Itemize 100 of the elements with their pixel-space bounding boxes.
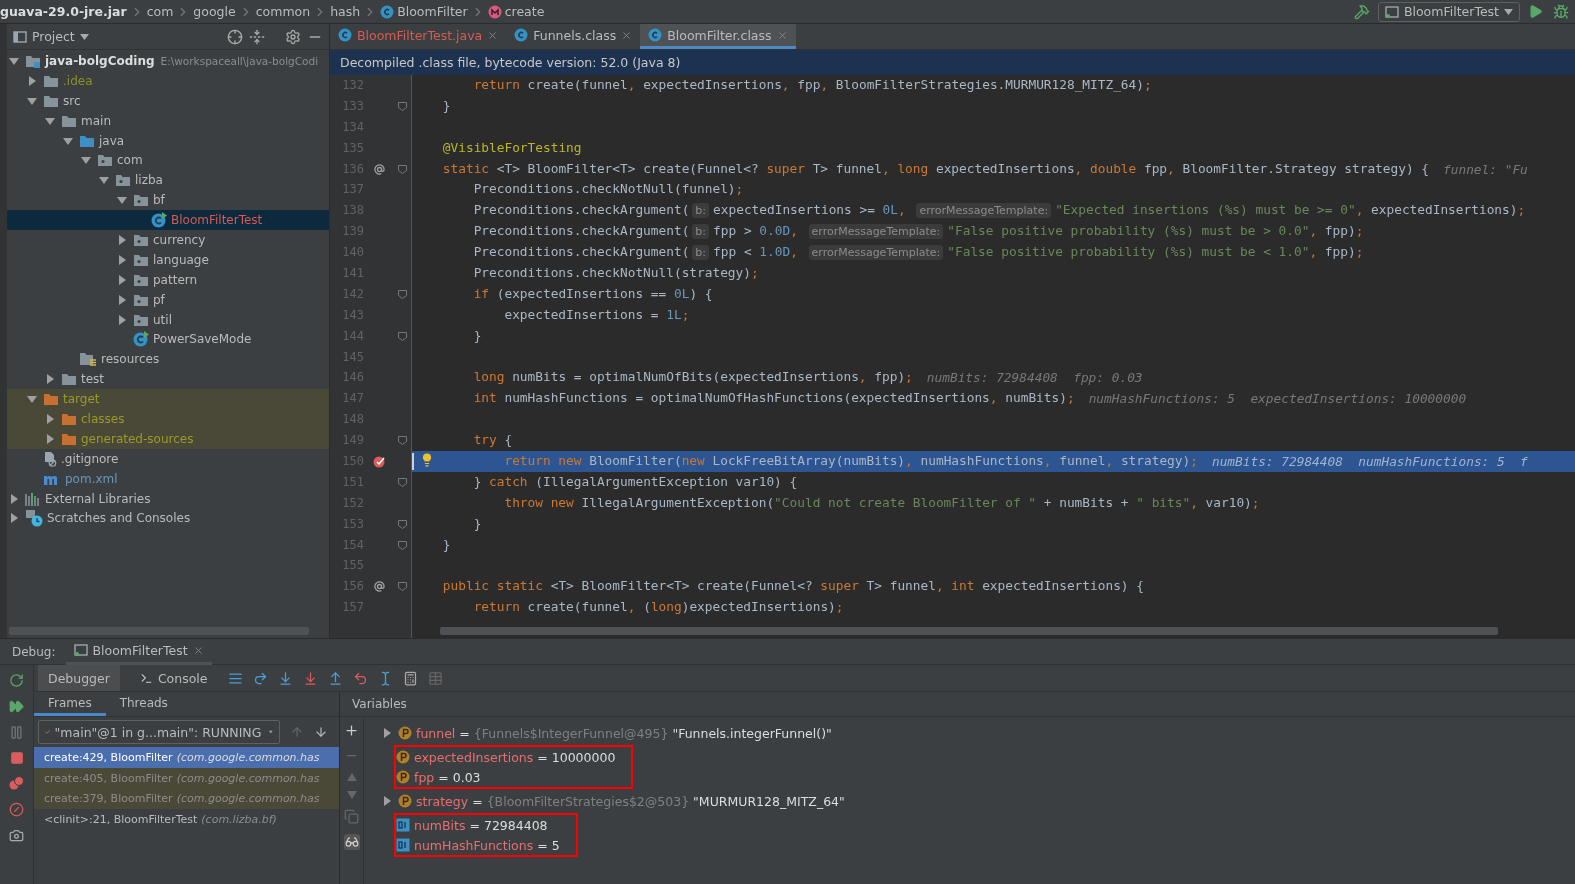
add-icon[interactable] [344, 723, 359, 738]
fold-marker-icon[interactable] [397, 540, 407, 550]
tree-item-label[interactable]: target [63, 392, 100, 407]
close-icon[interactable] [192, 644, 204, 656]
glasses-icon[interactable] [343, 834, 360, 850]
breadcrumb-item[interactable]: common [255, 4, 311, 19]
frames-tab[interactable]: Threads [105, 692, 182, 716]
tree-item-label[interactable]: bf [153, 193, 165, 208]
expanded-arrow-icon[interactable] [63, 135, 73, 146]
expanded-arrow-icon[interactable] [27, 95, 37, 106]
collapsed-arrow-icon[interactable] [117, 254, 127, 265]
mute-breakpoints-icon[interactable] [9, 802, 24, 817]
collapsed-arrow-icon[interactable] [117, 274, 127, 285]
tree-item-label[interactable]: src [63, 93, 81, 108]
tree-item-label[interactable]: lizba [135, 173, 163, 188]
tree-item-label[interactable]: pf [153, 292, 165, 307]
tree-item-label[interactable]: generated-sources [81, 431, 194, 446]
stack-frame[interactable]: <clinit>:21, BloomFilterTest (com.lizba.bf) [34, 809, 339, 831]
editor-tab[interactable]: BloomFilter.class [640, 24, 796, 49]
tree-item-label[interactable]: com [117, 153, 143, 168]
tree-item-label[interactable]: pom.xml [65, 471, 118, 486]
rerun-icon[interactable] [9, 673, 24, 688]
collapsed-arrow-icon[interactable] [45, 374, 55, 385]
tree-item-label[interactable]: main [81, 113, 111, 128]
fold-marker-icon[interactable] [397, 164, 407, 174]
crosshair-icon[interactable] [227, 28, 243, 45]
collapse-icon[interactable] [249, 28, 265, 45]
breadcrumb-item[interactable]: BloomFilter [397, 4, 468, 19]
fold-marker-icon[interactable] [397, 477, 407, 487]
close-icon[interactable] [621, 29, 633, 41]
tree-item-label[interactable]: .idea [63, 73, 93, 88]
lightbulb-icon[interactable] [420, 453, 434, 468]
excluded-tree-row[interactable]: generated-sources [7, 428, 329, 449]
tree-item-label[interactable]: .gitignore [61, 451, 119, 466]
collapsed-arrow-icon[interactable] [382, 796, 392, 806]
debug-icon[interactable] [1553, 3, 1569, 20]
resume-icon[interactable] [9, 699, 24, 714]
tree-item-label[interactable]: resources [101, 352, 160, 367]
fold-marker-icon[interactable] [397, 436, 407, 446]
stack-frame[interactable]: create:429, BloomFilter (com.google.common.has [34, 747, 339, 768]
down-arrow-icon[interactable] [314, 725, 328, 739]
collapsed-arrow-icon[interactable] [9, 513, 19, 524]
calculator-icon[interactable] [402, 670, 418, 686]
fold-marker-icon[interactable] [397, 582, 407, 592]
camera-icon[interactable] [9, 828, 24, 843]
breakpoints-icon[interactable] [9, 776, 24, 791]
breadcrumb-item[interactable]: create [504, 4, 545, 19]
pause-icon[interactable] [9, 725, 24, 740]
debug-tab[interactable]: Debugger [38, 665, 120, 691]
run-configuration-dropdown[interactable]: BloomFilterTest [1377, 1, 1520, 22]
tree-item-label[interactable]: java-bolgCoding [45, 53, 155, 68]
fold-marker-icon[interactable] [397, 331, 407, 341]
run-icon[interactable] [1528, 4, 1543, 19]
breadcrumb-item[interactable]: guava-29.0-jre.jar [0, 4, 127, 19]
expanded-arrow-icon[interactable] [9, 55, 19, 66]
breadcrumb-item[interactable]: google [193, 4, 236, 19]
excluded-tree-row[interactable]: classes [7, 409, 329, 429]
fold-marker-icon[interactable] [397, 289, 407, 299]
collapsed-arrow-icon[interactable] [45, 433, 55, 444]
expanded-arrow-icon[interactable] [99, 175, 109, 186]
tree-item-label[interactable]: java [99, 133, 125, 148]
expanded-arrow-icon[interactable] [45, 115, 55, 126]
fold-marker-icon[interactable] [397, 101, 407, 111]
collapsed-arrow-icon[interactable] [45, 413, 55, 424]
tree-item-label[interactable]: util [153, 312, 172, 327]
excluded-tree-row[interactable]: target [7, 389, 329, 410]
tree-item-label[interactable]: language [153, 252, 209, 267]
collapsed-arrow-icon[interactable] [9, 493, 19, 504]
expanded-arrow-icon[interactable] [81, 155, 91, 166]
settings-icon[interactable] [285, 28, 301, 45]
tree-item-label[interactable]: Scratches and Consoles [47, 511, 191, 526]
collapsed-arrow-icon[interactable] [382, 728, 392, 738]
breadcrumb-item[interactable]: com [146, 4, 174, 19]
at-sign-icon[interactable] [373, 581, 385, 593]
scrollbar[interactable] [440, 627, 1498, 635]
frames-tab[interactable]: Frames [34, 692, 106, 716]
breakpoint-icon[interactable] [372, 454, 386, 468]
fold-marker-icon[interactable] [397, 519, 407, 529]
debug-tab[interactable]: Console [129, 665, 218, 691]
project-view-dropdown[interactable]: Project [13, 29, 89, 44]
collapsed-arrow-icon[interactable] [117, 314, 127, 325]
tree-item-label[interactable]: PowerSaveMode [153, 332, 252, 347]
step-over-icon[interactable] [252, 670, 268, 686]
collapsed-arrow-icon[interactable] [27, 75, 37, 86]
hammer-icon[interactable] [1353, 3, 1370, 20]
tree-item-label[interactable]: External Libraries [45, 491, 151, 506]
tree-item-label[interactable]: test [81, 372, 105, 387]
collapsed-arrow-icon[interactable] [117, 294, 127, 305]
collapsed-arrow-icon[interactable] [117, 234, 127, 245]
list-icon[interactable] [227, 670, 243, 686]
tree-item-label[interactable]: currency [153, 232, 206, 247]
drop-frame-icon[interactable] [352, 670, 368, 686]
tree-item-label[interactable]: pattern [153, 272, 198, 287]
tree-item-label[interactable]: BloomFilterTest [171, 213, 263, 228]
expanded-arrow-icon[interactable] [27, 394, 37, 405]
tree-item-label[interactable]: classes [81, 411, 125, 426]
stop-icon[interactable] [9, 751, 24, 765]
selected-tree-row[interactable]: BloomFilterTest [7, 210, 329, 230]
breadcrumb-item[interactable]: hash [330, 4, 361, 19]
close-icon[interactable] [776, 29, 788, 41]
